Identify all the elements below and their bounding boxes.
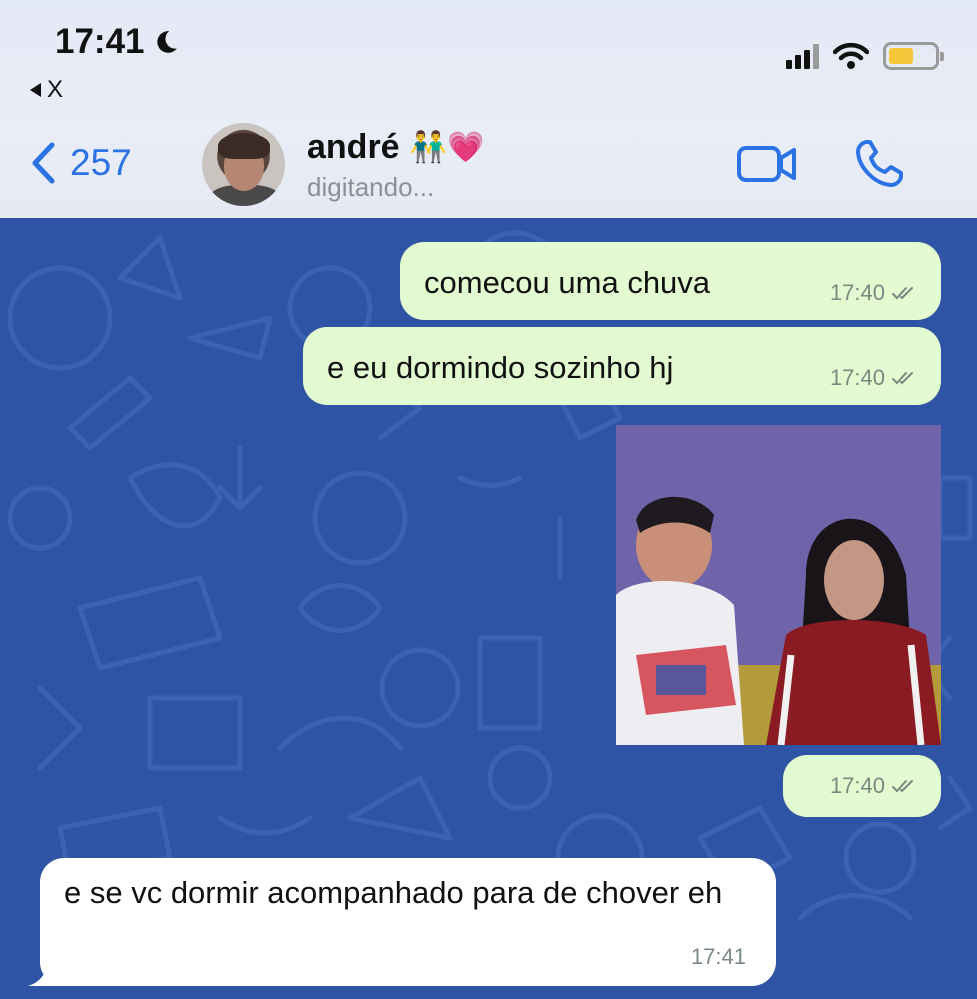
double-check-icon — [892, 372, 913, 385]
message-time: 17:40 — [829, 773, 885, 799]
back-to-app-button[interactable]: X — [30, 76, 63, 104]
battery-icon — [883, 42, 944, 70]
message-incoming[interactable]: e se vc dormir acompanhado para de chove… — [40, 858, 776, 986]
photo-image — [616, 425, 941, 745]
message-outgoing[interactable]: e eu dormindo sozinho hj 17:40 — [303, 327, 941, 405]
contact-name-text: andré — [307, 128, 400, 166]
message-time: 17:40 — [829, 280, 885, 306]
contact-name[interactable]: andré 👬💗 — [307, 128, 484, 167]
contact-name-emoji: 👬💗 — [409, 130, 485, 165]
contact-avatar[interactable] — [202, 123, 285, 206]
message-text: e se vc dormir acompanhado para de chove… — [64, 875, 723, 910]
back-button[interactable]: 257 — [30, 142, 132, 184]
wifi-icon — [833, 42, 869, 69]
chevron-left-icon — [32, 142, 55, 184]
chat-header: 17:41 X 257 andré 👬💗 digitando... — [0, 0, 977, 218]
moon-icon — [156, 31, 177, 53]
message-outgoing[interactable]: comecou uma chuva 17:40 — [400, 242, 941, 320]
message-meta: 17:40 — [830, 771, 917, 801]
chat-area[interactable]: comecou uma chuva 17:40 e eu dormindo so… — [0, 218, 977, 999]
double-check-icon — [892, 287, 913, 300]
message-meta: 17:40 — [830, 363, 917, 393]
phone-icon[interactable] — [853, 138, 905, 190]
status-indicators — [786, 42, 944, 70]
video-camera-icon[interactable] — [736, 143, 798, 185]
message-time: 17:41 — [690, 944, 746, 970]
unread-count: 257 — [70, 142, 132, 183]
status-time: 17:41 — [55, 22, 179, 62]
message-meta: 17:41 — [691, 942, 746, 972]
typing-status: digitando... — [307, 172, 435, 202]
message-text: comecou uma chuva — [424, 265, 711, 300]
message-meta: 17:40 — [830, 278, 917, 308]
back-triangle-icon — [30, 83, 41, 97]
back-app-label: X — [47, 76, 64, 103]
signal-icon — [786, 43, 819, 69]
message-time: 17:40 — [829, 365, 885, 391]
photo-meta-bubble[interactable]: 17:40 — [783, 755, 941, 817]
message-text: e eu dormindo sozinho hj — [327, 350, 674, 385]
status-time-text: 17:41 — [55, 22, 145, 61]
double-check-icon — [892, 780, 913, 793]
photo-message[interactable] — [616, 425, 941, 745]
